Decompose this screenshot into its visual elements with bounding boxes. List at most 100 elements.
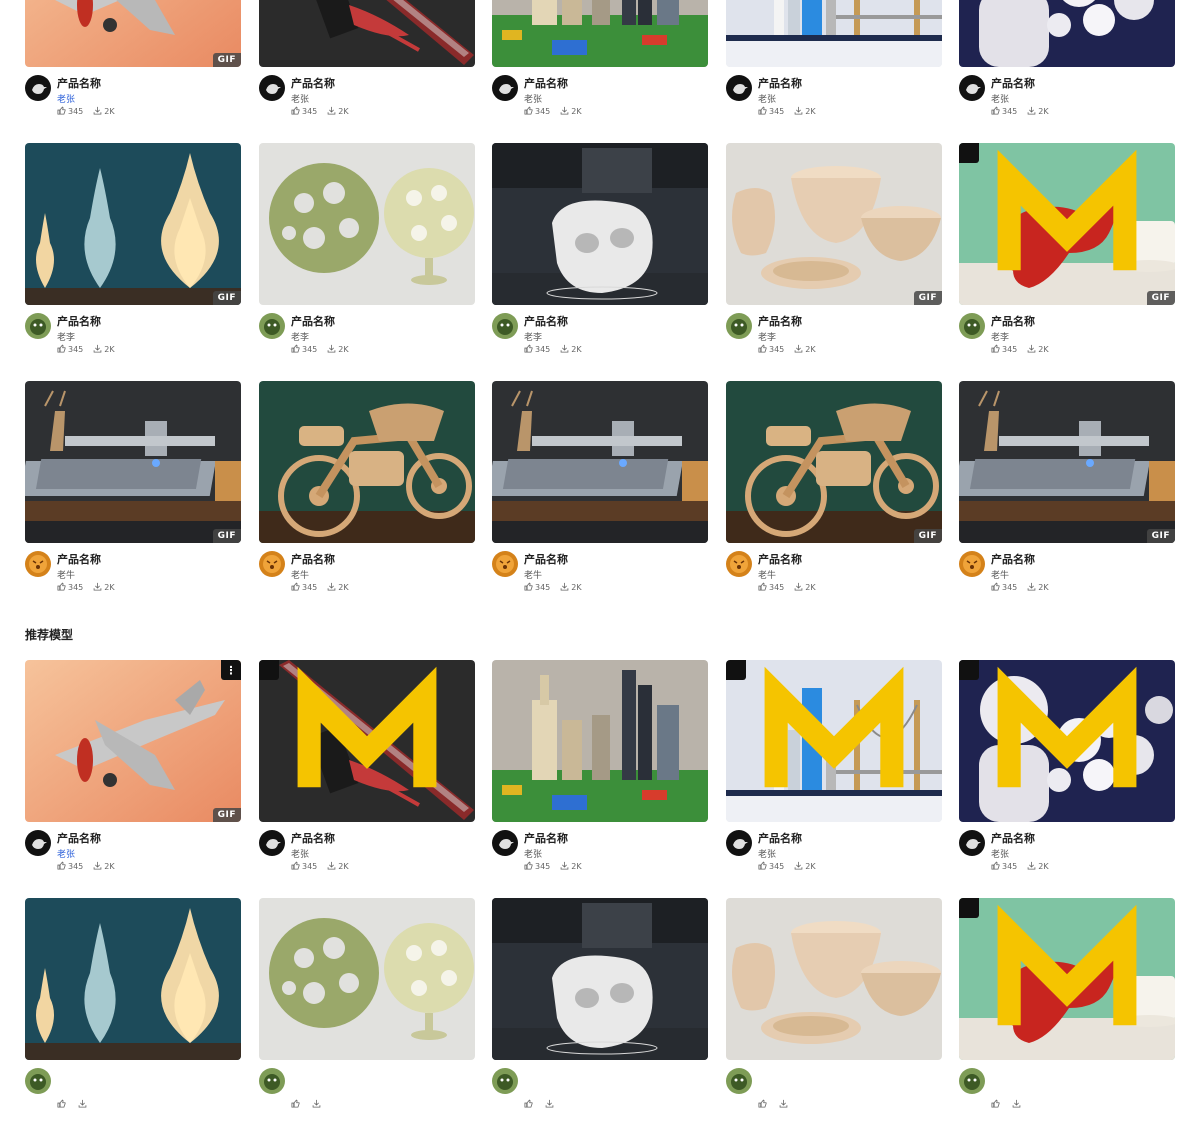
product-title[interactable]: 产品名称 [758, 830, 802, 846]
model-card[interactable]: 产品名称 老张 345 2K [726, 660, 942, 884]
balloon-figure-model-thumbnail[interactable] [959, 660, 1175, 822]
product-title[interactable]: 产品名称 [758, 313, 802, 329]
author-name[interactable]: 老李 [291, 330, 309, 343]
airplane-model-thumbnail[interactable]: GIF ⋮ [25, 660, 241, 822]
skull-lattice-model-thumbnail[interactable] [492, 898, 708, 1060]
avatar[interactable] [726, 75, 752, 101]
author-name[interactable]: 老张 [758, 847, 776, 860]
spiral-bowl-model-thumbnail[interactable] [726, 898, 942, 1060]
avatar[interactable] [259, 75, 285, 101]
city-lego-model-thumbnail[interactable] [492, 660, 708, 822]
model-card[interactable]: GIF 产品名称 老张 345 2K [25, 0, 241, 129]
model-card[interactable]: 产品名称 老张 345 2K [959, 660, 1175, 884]
model-card[interactable] [25, 898, 241, 1122]
model-card[interactable]: GIF 产品名称 老牛 345 2K [726, 381, 942, 605]
author-name[interactable]: 老张 [57, 847, 75, 860]
model-card[interactable]: 产品名称 老牛 345 2K [259, 381, 475, 605]
avatar[interactable] [492, 830, 518, 856]
avatar[interactable] [959, 313, 985, 339]
model-card[interactable]: GIF 产品名称 老牛 345 2K [25, 381, 241, 605]
avatar[interactable] [25, 551, 51, 577]
product-title[interactable]: 产品名称 [524, 830, 568, 846]
model-card[interactable]: 产品名称 老李 345 2K [492, 143, 708, 367]
product-title[interactable]: 产品名称 [291, 551, 335, 567]
model-card[interactable]: 产品名称 老张 345 2K [492, 660, 708, 884]
model-card[interactable]: GIF 产品名称 老李 345 2K [959, 143, 1175, 367]
product-title[interactable]: 产品名称 [57, 75, 101, 91]
author-name[interactable]: 老张 [524, 92, 542, 105]
product-title[interactable]: 产品名称 [991, 830, 1035, 846]
product-title[interactable]: 产品名称 [991, 75, 1035, 91]
avatar[interactable] [726, 1068, 752, 1094]
laser-engraver-model-thumbnail[interactable]: GIF [25, 381, 241, 543]
author-name[interactable]: 老牛 [758, 568, 776, 581]
avatar[interactable] [259, 551, 285, 577]
avatar[interactable] [25, 75, 51, 101]
author-name[interactable]: 老张 [57, 92, 75, 105]
product-title[interactable]: 产品名称 [758, 75, 802, 91]
model-card[interactable]: 产品名称 老张 345 2K [259, 0, 475, 129]
product-title[interactable]: 产品名称 [291, 313, 335, 329]
avatar[interactable] [259, 830, 285, 856]
author-name[interactable]: 老李 [991, 330, 1009, 343]
product-title[interactable]: 产品名称 [758, 551, 802, 567]
sword-model-thumbnail[interactable] [259, 660, 475, 822]
balloon-figure-model-thumbnail[interactable] [959, 0, 1175, 67]
product-title[interactable]: 产品名称 [991, 313, 1035, 329]
model-card[interactable]: GIF 产品名称 老李 345 2K [25, 143, 241, 367]
model-card[interactable]: GIF 产品名称 老牛 345 2K [959, 381, 1175, 605]
model-card[interactable]: 产品名称 老张 345 2K [492, 0, 708, 129]
product-title[interactable]: 产品名称 [291, 75, 335, 91]
author-name[interactable]: 老张 [991, 847, 1009, 860]
model-card[interactable] [492, 898, 708, 1122]
product-title[interactable]: 产品名称 [57, 830, 101, 846]
laser-engraver-model-thumbnail[interactable] [492, 381, 708, 543]
avatar[interactable] [959, 830, 985, 856]
product-title[interactable]: 产品名称 [524, 75, 568, 91]
author-name[interactable]: 老李 [758, 330, 776, 343]
avatar[interactable] [492, 75, 518, 101]
avatar[interactable] [259, 1068, 285, 1094]
laser-engraver-model-thumbnail[interactable]: GIF [959, 381, 1175, 543]
author-name[interactable]: 老牛 [524, 568, 542, 581]
avatar[interactable] [25, 830, 51, 856]
product-title[interactable]: 产品名称 [57, 551, 101, 567]
author-name[interactable]: 老李 [524, 330, 542, 343]
lattice-sphere-model-thumbnail[interactable] [259, 898, 475, 1060]
model-card[interactable]: GIF ⋮ 产品名称 老张 345 2K [25, 660, 241, 884]
airplane-model-thumbnail[interactable]: GIF [25, 0, 241, 67]
avatar[interactable] [492, 313, 518, 339]
avatar[interactable] [259, 313, 285, 339]
avatar[interactable] [726, 313, 752, 339]
author-name[interactable]: 老张 [291, 92, 309, 105]
avatar[interactable] [492, 551, 518, 577]
product-title[interactable]: 产品名称 [57, 313, 101, 329]
lattice-animal-model-thumbnail[interactable]: GIF [959, 143, 1175, 305]
vase-lamp-model-thumbnail[interactable]: GIF [25, 143, 241, 305]
skyline-lego-model-thumbnail[interactable] [726, 660, 942, 822]
model-card[interactable]: 产品名称 老张 345 2K [726, 0, 942, 129]
avatar[interactable] [959, 551, 985, 577]
avatar[interactable] [959, 75, 985, 101]
lattice-animal-model-thumbnail[interactable] [959, 898, 1175, 1060]
wooden-motorcycle-model-thumbnail[interactable] [259, 381, 475, 543]
product-title[interactable]: 产品名称 [524, 313, 568, 329]
author-name[interactable]: 老李 [57, 330, 75, 343]
author-name[interactable]: 老张 [524, 847, 542, 860]
lattice-sphere-model-thumbnail[interactable] [259, 143, 475, 305]
avatar[interactable] [726, 551, 752, 577]
avatar[interactable] [959, 1068, 985, 1094]
spiral-bowl-model-thumbnail[interactable]: GIF [726, 143, 942, 305]
sword-model-thumbnail[interactable] [259, 0, 475, 67]
skyline-lego-model-thumbnail[interactable] [726, 0, 942, 67]
author-name[interactable]: 老牛 [57, 568, 75, 581]
more-options-button[interactable]: ⋮ [221, 660, 241, 680]
author-name[interactable]: 老张 [291, 847, 309, 860]
wooden-motorcycle-model-thumbnail[interactable]: GIF [726, 381, 942, 543]
skull-lattice-model-thumbnail[interactable] [492, 143, 708, 305]
model-card[interactable]: 产品名称 老张 345 2K [259, 660, 475, 884]
model-card[interactable] [259, 898, 475, 1122]
model-card[interactable]: 产品名称 老牛 345 2K [492, 381, 708, 605]
city-lego-model-thumbnail[interactable] [492, 0, 708, 67]
vase-lamp-model-thumbnail[interactable] [25, 898, 241, 1060]
